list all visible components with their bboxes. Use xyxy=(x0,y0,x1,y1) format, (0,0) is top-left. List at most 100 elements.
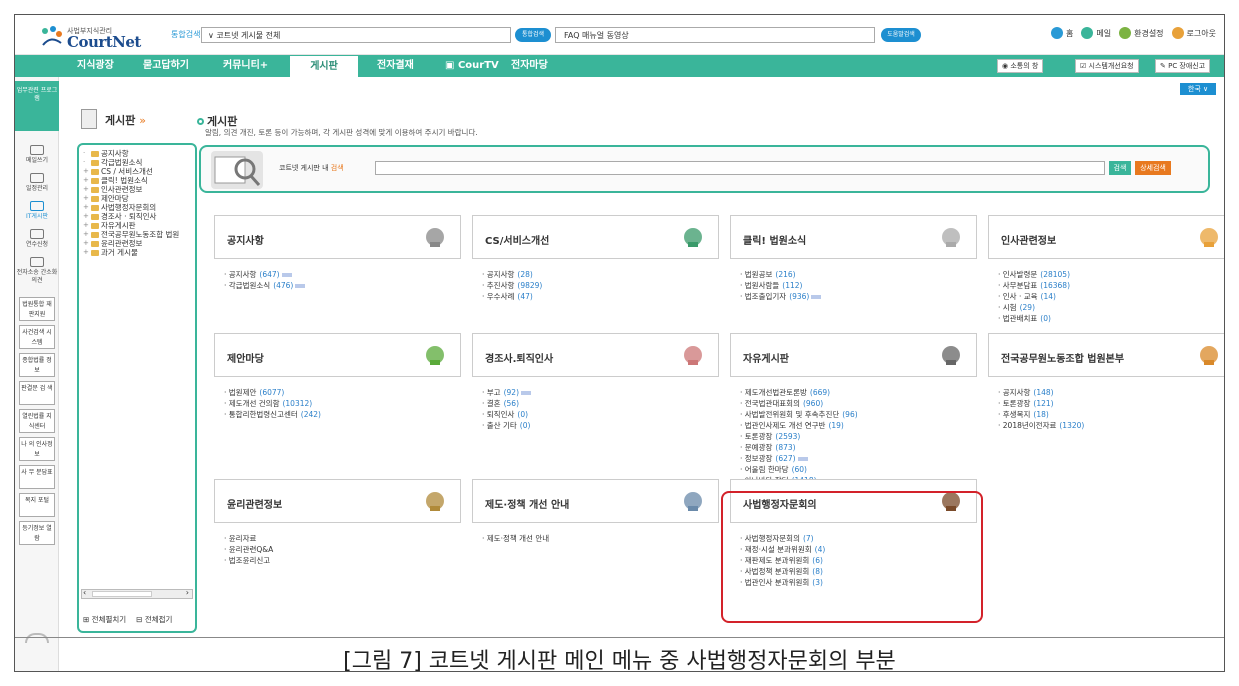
board-header[interactable]: 경조사.퇴직인사 xyxy=(472,333,719,377)
board-title[interactable]: 윤리관련정보 xyxy=(227,496,282,511)
board-item-link[interactable]: · 전국법관대표회의 (960) xyxy=(740,398,858,409)
tree-node[interactable]: + 인사관련정보 xyxy=(79,185,195,194)
rail-item-training[interactable]: 연수신청 xyxy=(15,229,59,249)
board-title[interactable]: 클릭! 법원소식 xyxy=(743,232,806,247)
board-header[interactable]: 자유게시판 xyxy=(730,333,977,377)
board-item-link[interactable]: · 어울림 한마당 (60) xyxy=(740,464,858,475)
scrollbar-thumb[interactable] xyxy=(92,591,152,597)
pc-report-button[interactable]: ✎ PC 장애신고 xyxy=(1155,59,1211,73)
tree-node[interactable]: + 자유게시판 xyxy=(79,221,195,230)
mail-link[interactable]: 메일 xyxy=(1081,27,1111,39)
tree-toggle-icon[interactable]: + xyxy=(83,221,89,230)
rail-box-welfare[interactable]: 복지 포털 xyxy=(19,493,55,517)
rail-item-schedule[interactable]: 일정관리 xyxy=(15,173,59,193)
tree-node[interactable]: + 전국공무원노동조합 법원 xyxy=(79,230,195,239)
board-item-link[interactable]: · 사무분담표 (16368) xyxy=(998,280,1070,291)
communication-button[interactable]: ◉ 소통의 창 xyxy=(997,59,1044,73)
logout-link[interactable]: 로그아웃 xyxy=(1171,27,1216,39)
tree-node[interactable]: + 경조사 · 퇴직인사 xyxy=(79,212,195,221)
board-item-link[interactable]: · 문예광장 (873) xyxy=(740,442,858,453)
rail-bottom-button[interactable] xyxy=(25,633,49,643)
board-item-link[interactable]: · 제도개선법관토론방 (669) xyxy=(740,387,858,398)
board-item-link[interactable]: · 법원공보 (216) xyxy=(740,269,821,280)
nav-item-qna[interactable]: 묻고답하기 xyxy=(143,55,189,77)
rail-box-judgment-search[interactable]: 판결문 검 색 xyxy=(19,381,55,405)
board-item-link[interactable]: · 각급법원소식 (476) xyxy=(224,280,306,291)
board-item-link[interactable]: · 법조윤리신고 xyxy=(224,555,273,566)
chevron-right-icon[interactable]: › xyxy=(186,588,189,597)
rail-box-law-center[interactable]: 열린법률 지식센터 xyxy=(19,409,55,433)
board-item-link[interactable]: · 사법발전위원회 및 후속추진단 (96) xyxy=(740,409,858,420)
rail-box-trial-support[interactable]: 법원통합 재판지원 xyxy=(19,297,55,321)
collapse-all-button[interactable]: ⊟ 전체접기 xyxy=(136,614,172,625)
board-item-link[interactable]: · 윤리관련Q&A xyxy=(224,544,273,555)
nav-item-community[interactable]: 커뮤니티+ xyxy=(223,55,268,77)
rail-box-personnel[interactable]: 나 의 인사정보 xyxy=(19,437,55,461)
rail-box-law-info[interactable]: 종합법률 정 보 xyxy=(19,353,55,377)
nav-item-courtv[interactable]: ▣ CourTV xyxy=(445,55,499,77)
board-item-link[interactable]: · 법조출입기자 (936) xyxy=(740,291,822,302)
tree-toggle-icon[interactable]: · xyxy=(83,149,89,158)
help-search-button[interactable]: 도움말검색 xyxy=(881,28,921,42)
board-item-link[interactable]: · 공지사항 (647) xyxy=(224,269,305,280)
board-item-link[interactable]: · 법관인사제도 개선 연구반 (19) xyxy=(740,420,858,431)
board-item-link[interactable]: · 토론광장 (2593) xyxy=(740,431,858,442)
faq-search-input[interactable]: FAQ 매뉴얼 동영상 xyxy=(555,27,875,43)
search-scope-select[interactable]: ∨ 코트넷 게시물 전체 xyxy=(201,27,511,43)
rail-box-duty-table[interactable]: 사 무 분담표 xyxy=(19,465,55,489)
tree-node[interactable]: + 클릭! 법원소식 xyxy=(79,176,195,185)
rail-item-mail[interactable]: 메일쓰기 xyxy=(15,145,59,165)
system-request-button[interactable]: ☑ 시스템개선요청 xyxy=(1075,59,1139,73)
board-item-link[interactable]: · 출산 기타 (0) xyxy=(482,420,531,431)
board-header[interactable]: 클릭! 법원소식 xyxy=(730,215,977,259)
courtnet-logo[interactable]: 사법부지식관리 CourtNet xyxy=(39,23,159,51)
board-search-button[interactable]: 검색 xyxy=(1109,161,1131,175)
rail-box-registry[interactable]: 등기정보 열 람 xyxy=(19,521,55,545)
nav-item-board[interactable]: 게시판 xyxy=(289,55,359,77)
board-item-link[interactable]: · 윤리자료 xyxy=(224,533,273,544)
board-item-link[interactable]: · 결혼 (56) xyxy=(482,398,531,409)
board-title[interactable]: 공지사항 xyxy=(227,232,264,247)
tree-node[interactable]: + 제안마당 xyxy=(79,194,195,203)
chevron-left-icon[interactable]: ‹ xyxy=(83,588,86,597)
board-header[interactable]: 인사관련정보 xyxy=(988,215,1224,259)
tree-toggle-icon[interactable]: + xyxy=(83,203,89,212)
board-item-link[interactable]: · 추진사항 (9829) xyxy=(482,280,542,291)
tree-node[interactable]: · 공지사항 xyxy=(79,149,195,158)
board-item-link[interactable]: · 공지사항 (28) xyxy=(482,269,542,280)
tree-node[interactable]: · 각급법원소식 xyxy=(79,158,195,167)
expand-all-button[interactable]: ⊞ 전체펼치기 xyxy=(83,614,126,625)
home-link[interactable]: 홈 xyxy=(1050,27,1073,39)
board-item-link[interactable]: · 제도·정책 개선 안내 xyxy=(482,533,549,544)
tree-node[interactable]: + 과거 게시물 xyxy=(79,248,195,257)
rail-box-case-search[interactable]: 사건검색 시스템 xyxy=(19,325,55,349)
board-title[interactable]: 전국공무원노동조합 법원본부 xyxy=(1001,350,1124,365)
board-title[interactable]: 인사관련정보 xyxy=(1001,232,1056,247)
tree-toggle-icon[interactable]: + xyxy=(83,212,89,221)
board-item-link[interactable]: · 퇴직인사 (0) xyxy=(482,409,531,420)
rail-item-it-board[interactable]: IT게시판 xyxy=(15,201,59,221)
board-item-link[interactable]: · 법원사람들 (112) xyxy=(740,280,821,291)
board-item-link[interactable]: · 법관배치표 (0) xyxy=(998,313,1070,324)
board-header[interactable]: 제도·정책 개선 안내 xyxy=(472,479,719,523)
board-header[interactable]: 전국공무원노동조합 법원본부 xyxy=(988,333,1224,377)
board-title[interactable]: 경조사.퇴직인사 xyxy=(485,350,553,365)
board-item-link[interactable]: · 법원제안 (6077) xyxy=(224,387,321,398)
board-item-link[interactable]: · 부고 (92) xyxy=(482,387,531,398)
tree-toggle-icon[interactable]: · xyxy=(83,158,89,167)
nav-item-emadang[interactable]: 전자마당 xyxy=(511,55,548,77)
board-item-link[interactable]: · 시험 (29) xyxy=(998,302,1070,313)
tree-toggle-icon[interactable]: + xyxy=(83,239,89,248)
board-item-link[interactable]: · 제도개선 건의함 (10312) xyxy=(224,398,321,409)
tree-toggle-icon[interactable]: + xyxy=(83,248,89,257)
board-item-link[interactable]: · 인사발령문 (28105) xyxy=(998,269,1070,280)
tree-toggle-icon[interactable]: + xyxy=(83,176,89,185)
tree-toggle-icon[interactable]: + xyxy=(83,194,89,203)
board-item-link[interactable]: · 2018년이전자료 (1320) xyxy=(998,420,1084,431)
unified-search-button[interactable]: 통합검색 xyxy=(515,28,551,42)
board-header[interactable]: 윤리관련정보 xyxy=(214,479,461,523)
board-header[interactable]: 제안마당 xyxy=(214,333,461,377)
board-title[interactable]: 제안마당 xyxy=(227,350,264,365)
rail-item-ecase[interactable]: 전자소송 간소화의견 xyxy=(15,257,59,285)
nav-item-approval[interactable]: 전자결재 xyxy=(377,55,414,77)
